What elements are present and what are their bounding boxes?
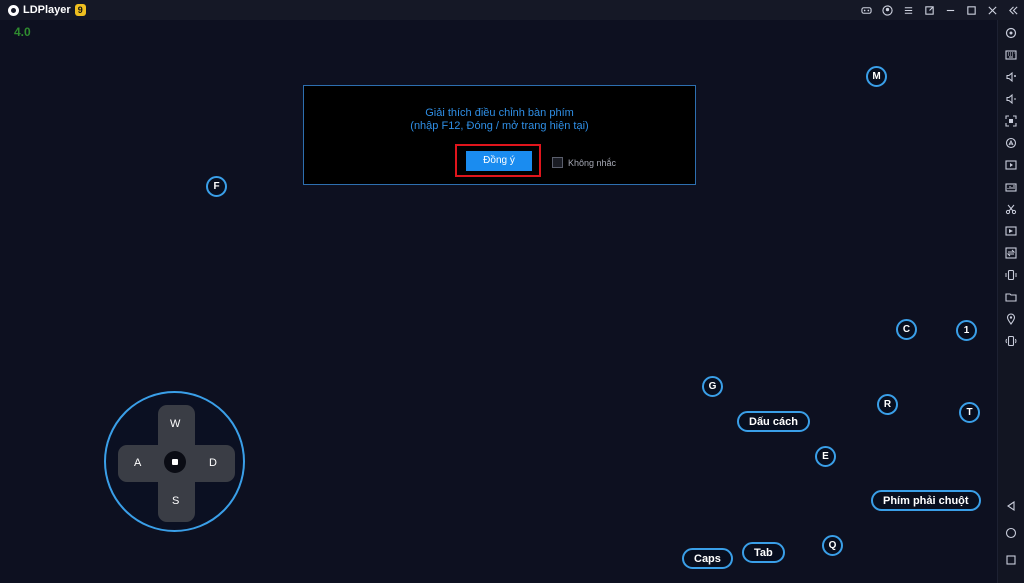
keymap-help-dialog: Giải thích điều chỉnh bàn phím (nhập F12… xyxy=(303,85,696,185)
key-space[interactable]: Dấu cách xyxy=(737,411,810,432)
record-icon[interactable] xyxy=(1004,158,1018,172)
window-controls xyxy=(856,0,1024,20)
folder-icon[interactable] xyxy=(1004,290,1018,304)
key-t[interactable]: T xyxy=(959,402,980,423)
account-icon[interactable] xyxy=(877,0,898,20)
maximize-icon[interactable] xyxy=(961,0,982,20)
volume-down-icon[interactable] xyxy=(1004,92,1018,106)
wasd-joystick[interactable]: W A D S xyxy=(104,391,245,532)
ok-button-highlight: Đồng ý xyxy=(455,144,541,177)
minimize-icon[interactable] xyxy=(940,0,961,20)
joystick-down-label: S xyxy=(172,495,180,507)
rotate-icon[interactable] xyxy=(1004,268,1018,282)
key-1[interactable]: 1 xyxy=(956,320,977,341)
dont-remind-checkbox[interactable] xyxy=(552,157,563,168)
auto-click-icon[interactable] xyxy=(1004,136,1018,150)
key-r[interactable]: R xyxy=(877,394,898,415)
dont-remind-option[interactable]: Không nhắc xyxy=(552,157,616,168)
close-icon[interactable] xyxy=(982,0,1003,20)
key-q[interactable]: Q xyxy=(822,535,843,556)
menu-icon[interactable] xyxy=(898,0,919,20)
operation-record-icon[interactable] xyxy=(1004,180,1018,194)
dialog-title: Giải thích điều chỉnh bàn phím xyxy=(425,107,574,119)
fps-counter: 4.0 xyxy=(14,25,31,39)
location-icon[interactable] xyxy=(1004,312,1018,326)
ok-button[interactable]: Đồng ý xyxy=(466,151,532,171)
joystick-center[interactable] xyxy=(164,451,186,473)
key-c[interactable]: C xyxy=(896,319,917,340)
screenshot-icon[interactable] xyxy=(1004,114,1018,128)
ldplayer-logo-icon xyxy=(8,4,19,16)
key-f[interactable]: F xyxy=(206,176,227,197)
version-badge: 9 xyxy=(74,4,86,16)
dont-remind-label: Không nhắc xyxy=(568,157,617,168)
key-caps[interactable]: Caps xyxy=(682,548,733,569)
title-bar: LDPlayer 9 xyxy=(0,0,1024,20)
key-m[interactable]: M xyxy=(866,66,887,87)
volume-up-icon[interactable] xyxy=(1004,70,1018,84)
app-logo: LDPlayer 9 xyxy=(8,4,86,16)
sync-icon[interactable] xyxy=(1004,246,1018,260)
back-icon[interactable] xyxy=(1004,499,1018,513)
right-sidebar xyxy=(997,20,1024,583)
key-g[interactable]: G xyxy=(702,376,723,397)
shake-icon[interactable] xyxy=(1004,334,1018,348)
key-right-click[interactable]: Phím phải chuột xyxy=(871,490,981,511)
joystick-up-label: W xyxy=(170,418,181,430)
key-tab[interactable]: Tab xyxy=(742,542,785,563)
dialog-subtitle: (nhập F12, Đóng / mở trang hiện tại) xyxy=(410,120,589,132)
collapse-sidebar-icon[interactable] xyxy=(1003,0,1024,20)
key-e[interactable]: E xyxy=(815,446,836,467)
settings-icon[interactable] xyxy=(1004,26,1018,40)
recent-apps-icon[interactable] xyxy=(1004,553,1018,567)
home-icon[interactable] xyxy=(1004,526,1018,540)
joystick-left-label: A xyxy=(134,457,142,469)
scissors-icon[interactable] xyxy=(1004,202,1018,216)
keyboard-icon[interactable] xyxy=(1004,48,1018,62)
popout-icon[interactable] xyxy=(919,0,940,20)
app-name: LDPlayer xyxy=(23,4,71,16)
gamepad-icon[interactable] xyxy=(856,0,877,20)
joystick-right-label: D xyxy=(209,457,217,469)
video-play-icon[interactable] xyxy=(1004,224,1018,238)
